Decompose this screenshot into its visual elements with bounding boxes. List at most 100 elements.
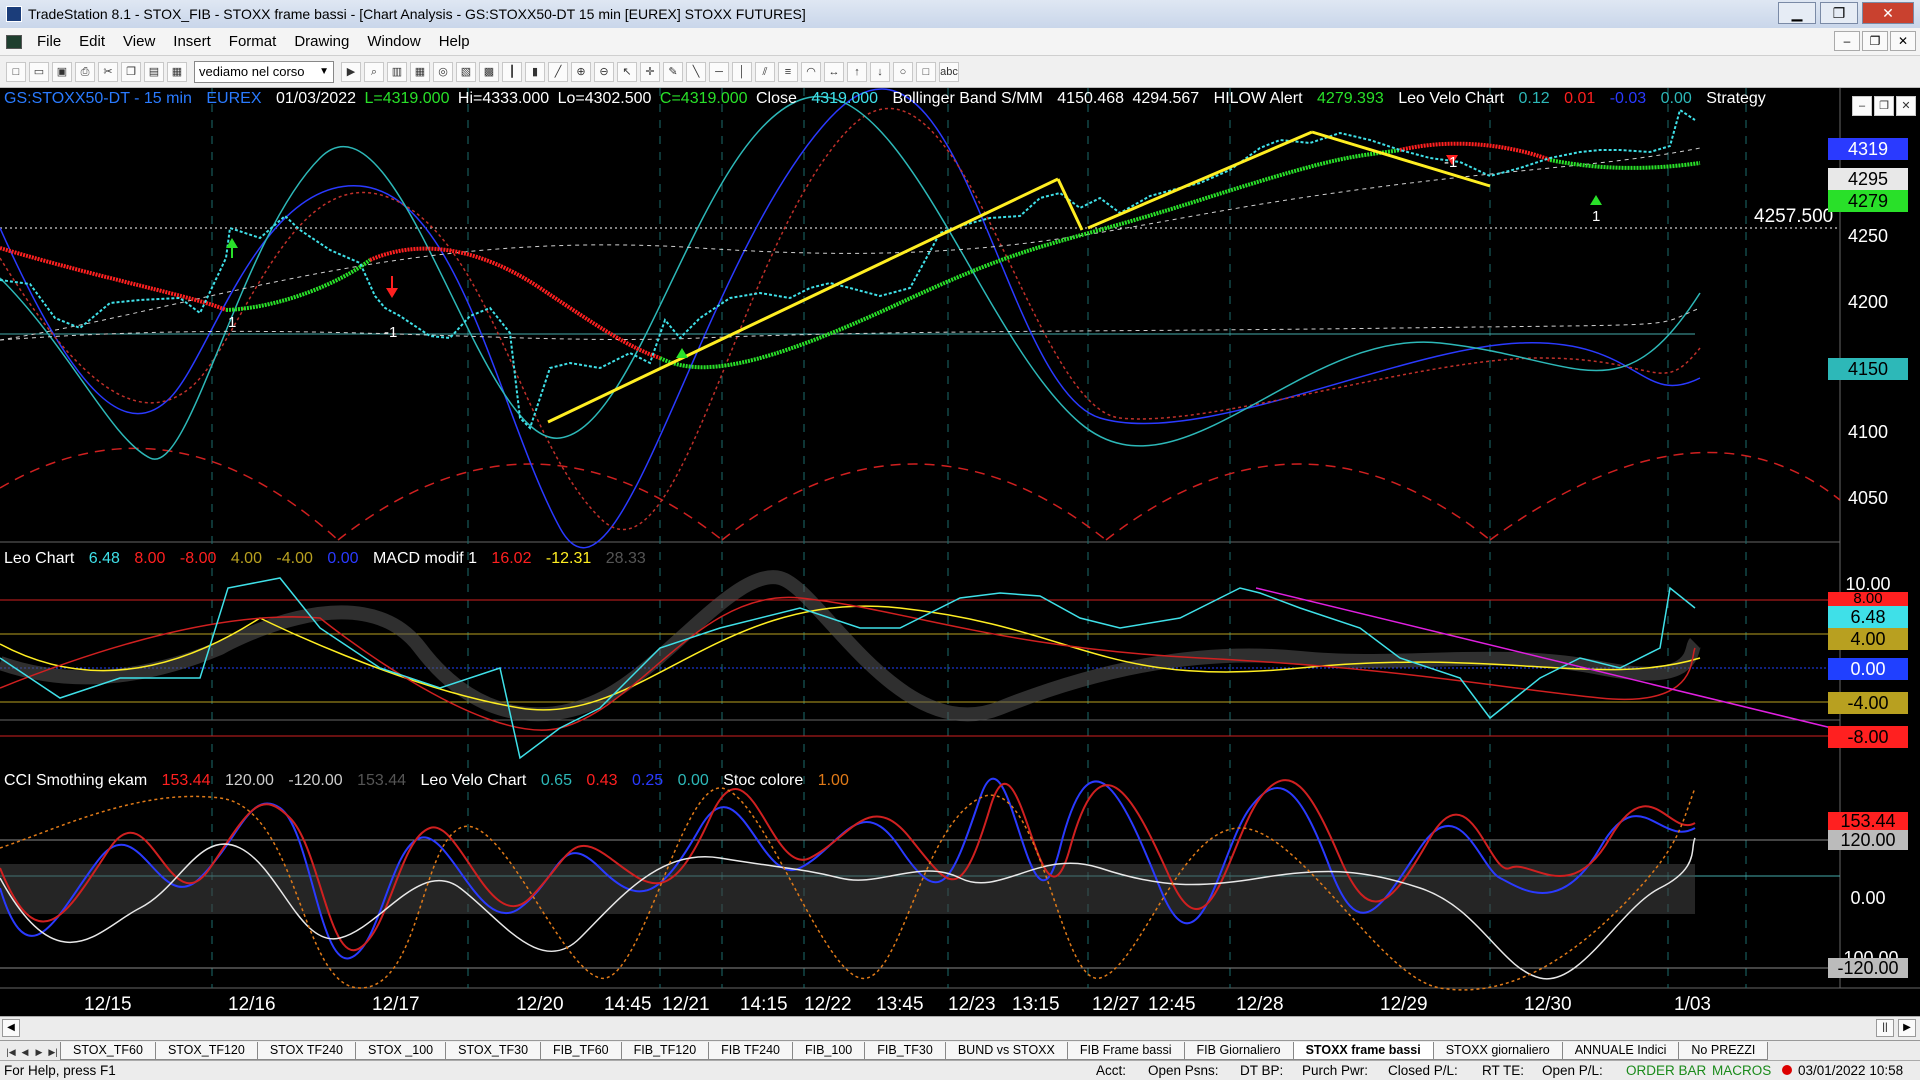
tab-no-prezzi[interactable]: No PREZZI	[1678, 1042, 1769, 1060]
fibonacci-icon[interactable]: ≡	[778, 61, 798, 82]
pane-minimize-button[interactable]: –	[1852, 96, 1872, 116]
tab-stoxx-giornaliero[interactable]: STOXX giornaliero	[1432, 1042, 1563, 1060]
paste-icon[interactable]: ▤	[144, 61, 164, 82]
tab-first-icon[interactable]: |◀	[4, 1044, 18, 1060]
leo-velo-label: Leo Velo Chart	[1398, 90, 1505, 107]
scroll-left-icon[interactable]: ◀	[2, 1019, 20, 1037]
tab-fib-100[interactable]: FIB_100	[791, 1042, 866, 1060]
lock-icon[interactable]: ▦	[167, 61, 187, 82]
tools-icon[interactable]: ✎	[663, 61, 683, 82]
mdi-close-button[interactable]: ✕	[1890, 31, 1916, 51]
tab-fib-tf120[interactable]: FIB_TF120	[620, 1042, 710, 1060]
cut-icon[interactable]: ✂	[98, 61, 118, 82]
menu-file[interactable]: File	[28, 33, 70, 50]
tab-bund-vs-stoxx[interactable]: BUND vs STOXX	[944, 1042, 1068, 1060]
moving-average	[0, 147, 1701, 341]
menu-edit[interactable]: Edit	[70, 33, 114, 50]
pointer-icon[interactable]: ↖	[617, 61, 637, 82]
menu-help[interactable]: Help	[430, 33, 479, 50]
zoom-out-icon[interactable]: ⊖	[594, 61, 614, 82]
channel-icon[interactable]: ⫽	[755, 61, 775, 82]
horizontal-scrollbar[interactable]: ◀ || ▶	[0, 1016, 1920, 1040]
vertical-line-icon[interactable]: │	[732, 61, 752, 82]
leo-velo-label-2: Leo Velo Chart	[420, 772, 527, 789]
cci-pane	[0, 777, 1840, 991]
time-axis-label: 12:45	[1148, 994, 1196, 1015]
tab-prev-icon[interactable]: ◀	[18, 1044, 32, 1060]
long-marker-label: 1	[228, 314, 237, 331]
crosshair-icon[interactable]: ✛	[640, 61, 660, 82]
rectangle-icon[interactable]: □	[916, 61, 936, 82]
play-icon[interactable]: ▶	[341, 61, 361, 82]
menu-view[interactable]: View	[114, 33, 164, 50]
ellipse-icon[interactable]: ○	[893, 61, 913, 82]
mdi-restore-button[interactable]: ❐	[1862, 31, 1888, 51]
tab-next-icon[interactable]: ▶	[32, 1044, 46, 1060]
grid-icon[interactable]: ▩	[479, 61, 499, 82]
menu-insert[interactable]: Insert	[164, 33, 220, 50]
find-icon[interactable]: ⌕	[364, 61, 384, 82]
bars-icon[interactable]: ┃	[502, 61, 522, 82]
mdi-minimize-button[interactable]: –	[1834, 31, 1860, 51]
tab-fib-tf30[interactable]: FIB_TF30	[864, 1042, 946, 1060]
trendline-icon[interactable]: ╲	[686, 61, 706, 82]
pane-close-button[interactable]: ✕	[1896, 96, 1916, 116]
tab-last-icon[interactable]: ▶|	[46, 1044, 60, 1060]
velo-line-green-2	[659, 148, 1401, 370]
horizontal-line-icon[interactable]: ─	[709, 61, 729, 82]
time-axis-label: 12/17	[372, 994, 420, 1015]
time-axis-label: 12/27	[1092, 994, 1140, 1015]
strategy-label: Strategy	[1706, 90, 1766, 107]
last-label: L=4319.000	[364, 90, 450, 107]
chart-window[interactable]: GS:STOXX50-DT - 15 min EUREX 01/03/2022 …	[0, 88, 1920, 1022]
minimize-button[interactable]: ▁	[1778, 2, 1816, 24]
time-axis-label: 12/30	[1524, 994, 1572, 1015]
zoom-in-icon[interactable]: ⊕	[571, 61, 591, 82]
restore-button[interactable]: ❐	[1820, 2, 1858, 24]
order-bar-button[interactable]: ORDER BAR	[1626, 1061, 1706, 1080]
tab-stoxx-frame-bassi[interactable]: STOXX frame bassi	[1292, 1042, 1434, 1060]
close-button[interactable]: ✕	[1862, 2, 1914, 24]
time-axis-label: 12/21	[662, 994, 710, 1015]
pane-restore-button[interactable]: ❐	[1874, 96, 1894, 116]
menu-window[interactable]: Window	[358, 33, 429, 50]
tab-stox-tf240[interactable]: STOX TF240	[256, 1042, 357, 1060]
hilow-value: 4279.393	[1317, 90, 1384, 107]
tab-stox-100[interactable]: STOX _100	[355, 1042, 447, 1060]
up-arrow-icon[interactable]: ↑	[847, 61, 867, 82]
candle-icon[interactable]: ▮	[525, 61, 545, 82]
cci-tag-120: 120.00	[1828, 830, 1908, 850]
open-icon[interactable]: ▭	[29, 61, 49, 82]
arc-icon[interactable]: ◠	[801, 61, 821, 82]
status-help-text: For Help, press F1	[4, 1063, 116, 1078]
radar-icon[interactable]: ◎	[433, 61, 453, 82]
tab-annuale-indici[interactable]: ANNUALE Indici	[1561, 1042, 1680, 1060]
macros-button[interactable]: MACROS	[1712, 1061, 1771, 1080]
workspace-select[interactable]: vediamo nel corso	[194, 60, 334, 83]
arrow-icon[interactable]: ↔	[824, 61, 844, 82]
chart-icon[interactable]: ▥	[387, 61, 407, 82]
print-icon[interactable]: ⎙	[75, 61, 95, 82]
scroll-right-icon[interactable]: ▶	[1898, 1019, 1916, 1037]
tab-fib-frame-bassi[interactable]: FIB Frame bassi	[1066, 1042, 1185, 1060]
status-acct: Acct:	[1096, 1063, 1127, 1078]
line-icon[interactable]: ╱	[548, 61, 568, 82]
tab-stox-tf30[interactable]: STOX_TF30	[445, 1042, 542, 1060]
matrix-icon[interactable]: ▦	[410, 61, 430, 82]
menu-format[interactable]: Format	[220, 33, 286, 50]
copy-icon[interactable]: ❐	[121, 61, 141, 82]
tab-stox-tf60[interactable]: STOX_TF60	[60, 1042, 156, 1060]
scroll-bar-end-icon[interactable]: ||	[1876, 1019, 1894, 1037]
tab-fib-tf240[interactable]: FIB TF240	[708, 1042, 793, 1060]
scanner-icon[interactable]: ▧	[456, 61, 476, 82]
down-arrow-icon[interactable]: ↓	[870, 61, 890, 82]
tab-fib-tf60[interactable]: FIB_TF60	[540, 1042, 622, 1060]
tab-fib-giornaliero[interactable]: FIB Giornaliero	[1183, 1042, 1294, 1060]
save-icon[interactable]: ▣	[52, 61, 72, 82]
tab-stox-tf120[interactable]: STOX_TF120	[154, 1042, 258, 1060]
leo-chart-value-6: 0.00	[327, 550, 359, 567]
menu-drawing[interactable]: Drawing	[285, 33, 358, 50]
new-icon[interactable]: □	[6, 61, 26, 82]
price-axis-label: 4050	[1847, 488, 1889, 508]
text-icon[interactable]: abc	[939, 61, 959, 82]
